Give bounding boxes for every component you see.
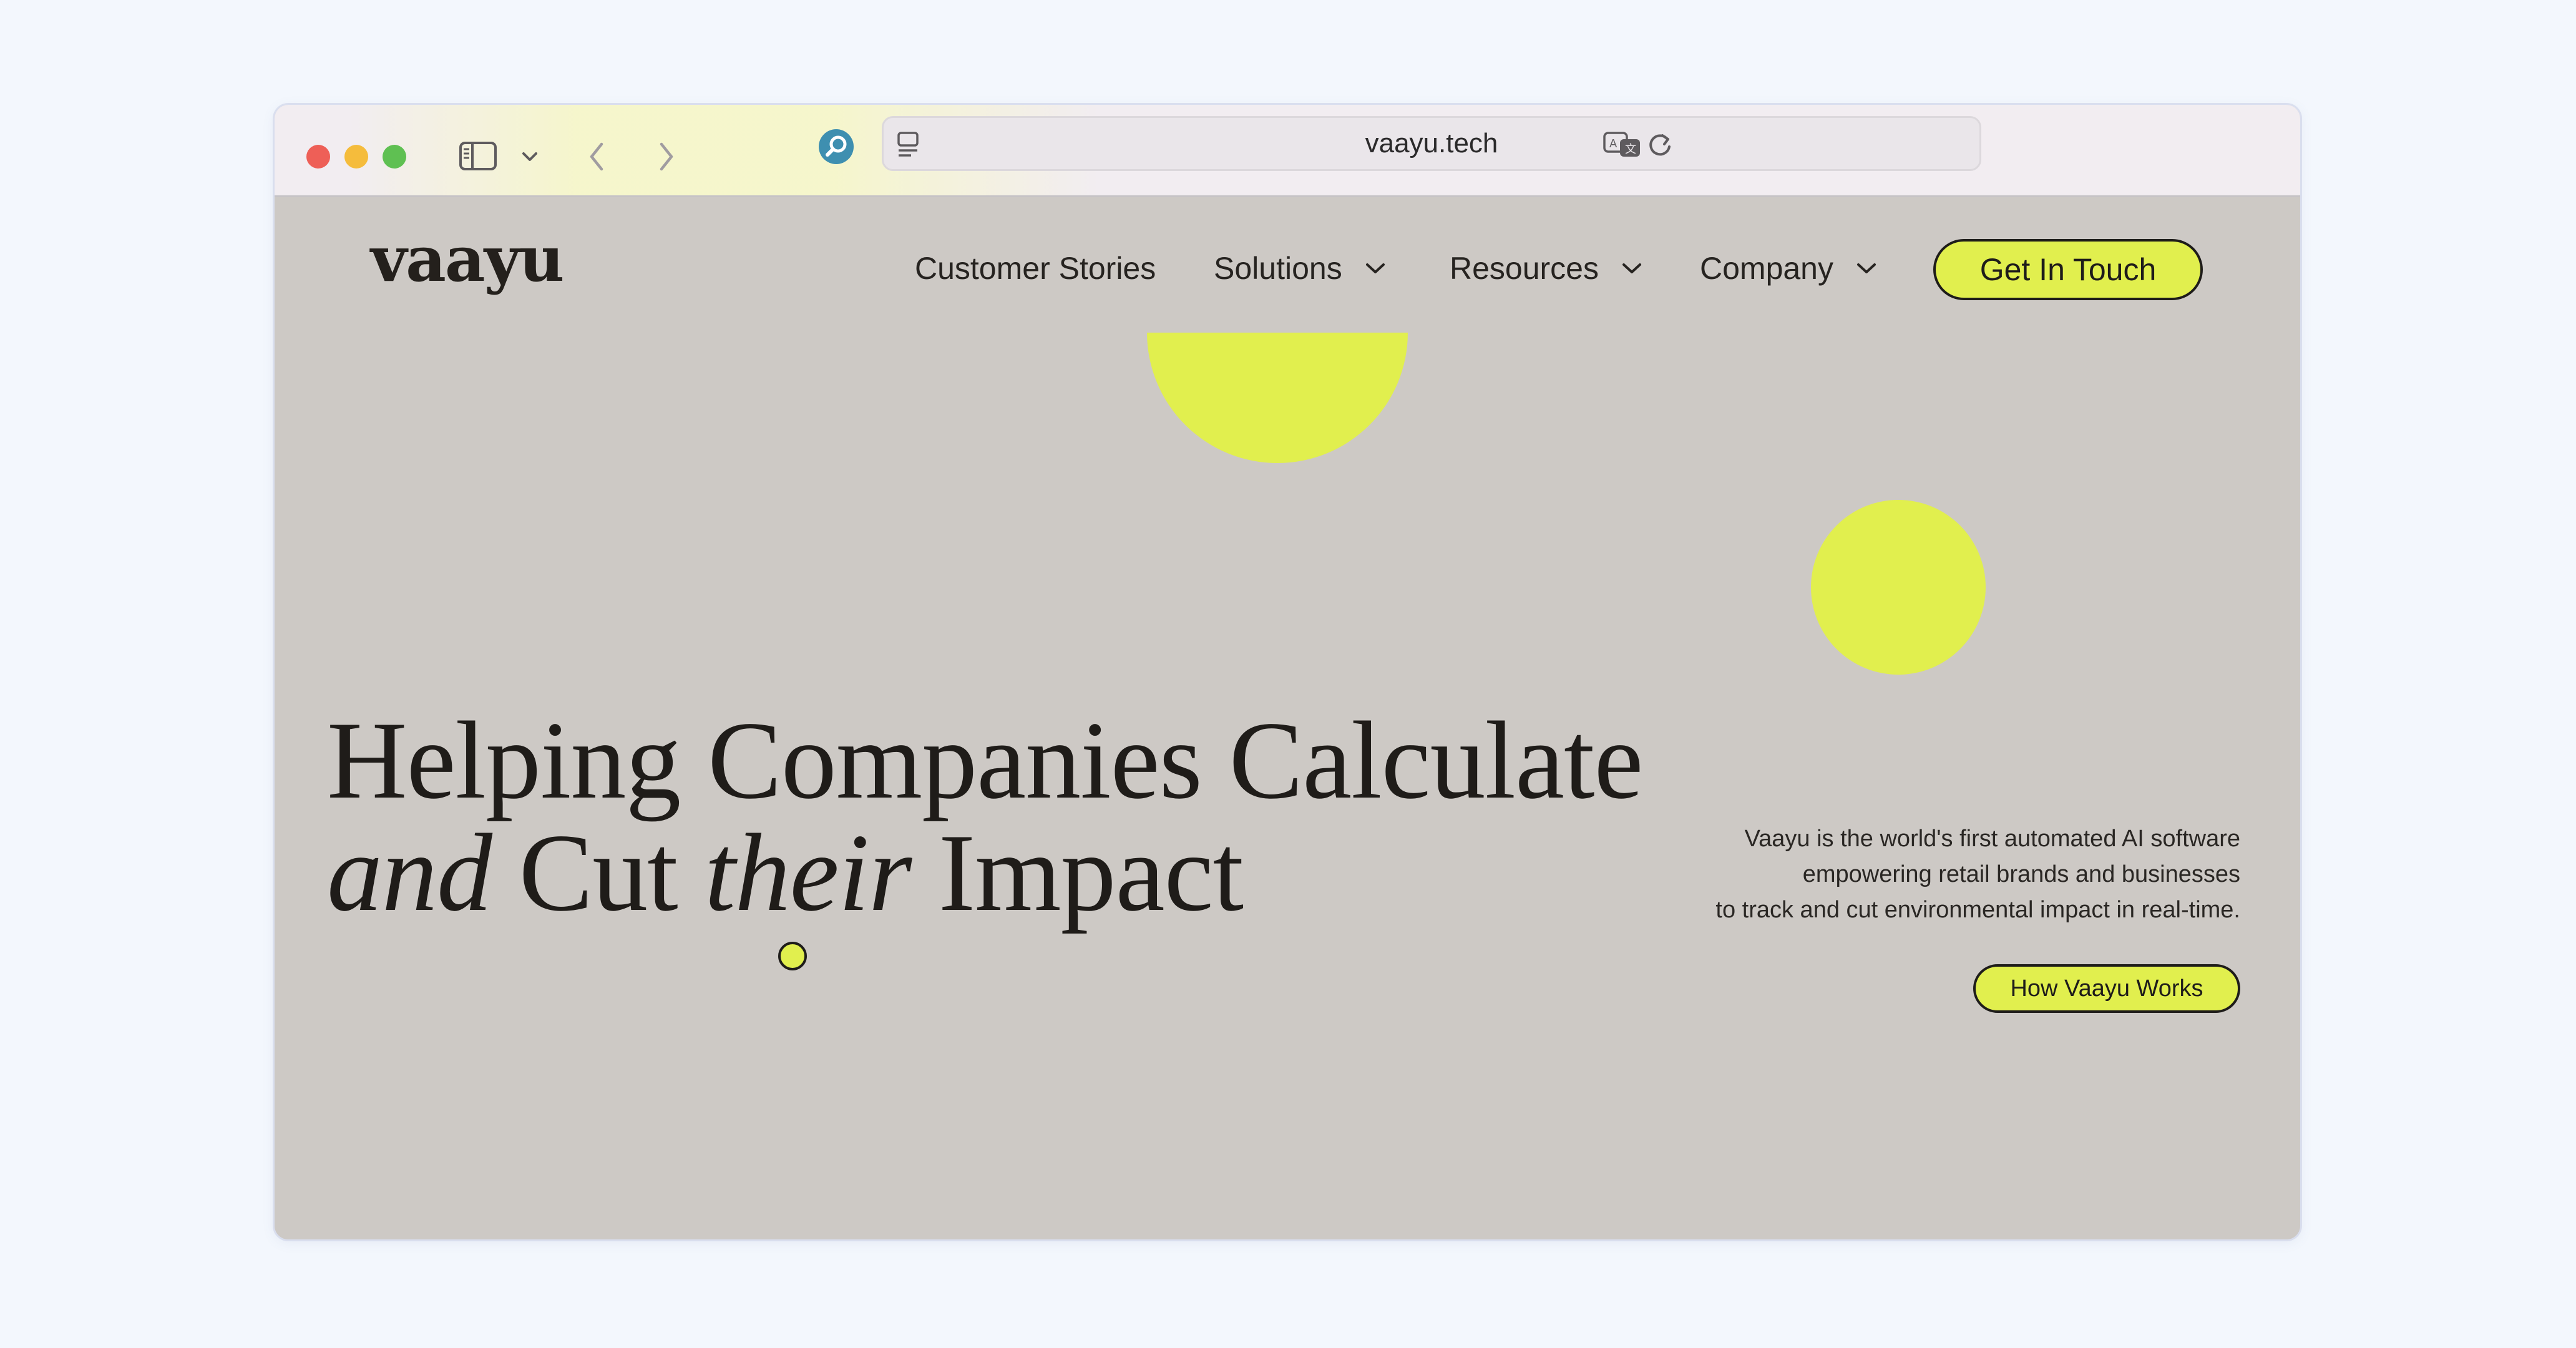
description-line-2: empowering retail brands and businesses (1802, 861, 2240, 887)
translate-icon[interactable]: A 文 (1603, 129, 1642, 159)
chevron-down-icon (1857, 263, 1876, 273)
chevron-down-icon (1365, 263, 1385, 273)
description-line-3: to track and cut environmental impact in… (1715, 897, 2240, 923)
hero-word-impact: Impact (938, 811, 1244, 934)
chevron-down-icon (1622, 263, 1641, 273)
address-url: vaayu.tech (1365, 128, 1498, 159)
maximize-window-button[interactable] (383, 145, 406, 168)
web-page: vaayu Customer Stories Solutions Resourc… (275, 197, 2300, 1239)
nav-resources[interactable]: Resources (1450, 247, 1642, 290)
hero-word-and: and (327, 811, 492, 934)
hero-line-1: Helping Companies Calculate (327, 698, 1643, 822)
how-vaayu-works-button[interactable]: How Vaayu Works (1973, 964, 2240, 1013)
svg-text:A: A (1609, 137, 1617, 150)
nav-customer-stories-label: Customer Stories (915, 251, 1156, 286)
nav-company[interactable]: Company (1700, 247, 1877, 290)
reload-icon[interactable] (1646, 130, 1674, 159)
forward-icon[interactable] (656, 141, 676, 172)
hero-line-2: and Cut their Impact (327, 816, 1642, 929)
sidebar-toggle-icon[interactable] (459, 141, 497, 171)
address-bar[interactable]: vaayu.tech A 文 (882, 116, 1981, 171)
nav-company-label: Company (1700, 251, 1833, 286)
svg-text:文: 文 (1625, 143, 1636, 156)
browser-window: vaayu.tech A 文 vaayu Customer Stories So… (275, 105, 2300, 1239)
minimize-window-button[interactable] (344, 145, 368, 168)
browser-toolbar: vaayu.tech A 文 (275, 105, 2300, 197)
hero-headline: Helping Companies Calculate and Cut thei… (327, 704, 1643, 929)
custom-cursor (778, 942, 807, 970)
hero-word-cut: Cut (519, 811, 678, 934)
nav-solutions[interactable]: Solutions (1214, 247, 1386, 290)
decorative-half-circle (1147, 333, 1408, 463)
back-icon[interactable] (587, 141, 607, 172)
get-in-touch-button[interactable]: Get In Touch (1933, 239, 2203, 300)
vaayu-logo[interactable]: vaayu (371, 228, 565, 290)
hero-word-their: their (705, 811, 912, 934)
decorative-circle (1811, 500, 1986, 675)
nav-resources-label: Resources (1450, 251, 1599, 286)
sidebar-menu-chevron-icon[interactable] (521, 151, 539, 162)
nav-solutions-label: Solutions (1214, 251, 1342, 286)
privacy-search-icon[interactable] (817, 128, 855, 165)
close-window-button[interactable] (306, 145, 330, 168)
hero-description: Vaayu is the world's first automated AI … (1616, 821, 2240, 928)
description-line-1: Vaayu is the world's first automated AI … (1744, 826, 2240, 852)
nav-customer-stories[interactable]: Customer Stories (915, 247, 1156, 290)
